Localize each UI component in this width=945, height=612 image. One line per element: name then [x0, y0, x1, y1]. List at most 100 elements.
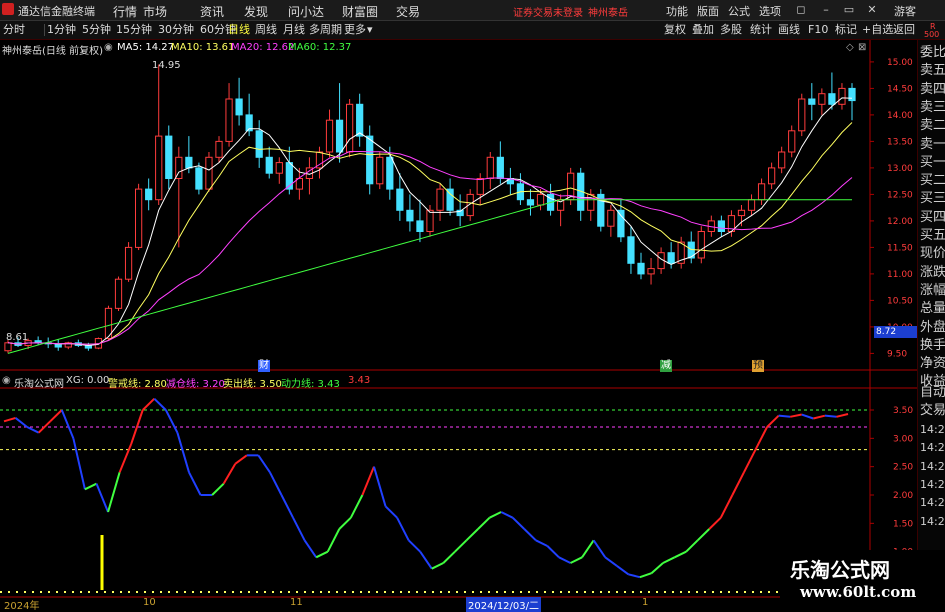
- candle-body: [818, 93, 826, 105]
- y-tick-label: 3.50: [893, 406, 913, 416]
- candle-body: [325, 119, 334, 153]
- power-line-segment: [269, 471, 283, 496]
- power-line-segment: [719, 494, 734, 519]
- indicator-header: ◉ 乐淘公式网 XG: 0.00 警戒线: 2.80 减仓线: 3.20 卖出线…: [0, 374, 870, 390]
- power-line-segment: [535, 539, 548, 547]
- power-line-segment: [384, 505, 398, 519]
- power-line-segment: [234, 454, 248, 465]
- power-line-segment: [222, 463, 237, 485]
- power-line-segment: [616, 565, 629, 576]
- candle-body: [838, 87, 846, 105]
- candle-body: [215, 140, 223, 158]
- watermark: 乐淘公式网 www.60lt.com: [780, 550, 945, 609]
- power-line-segment: [3, 416, 16, 423]
- side-item[interactable]: 涨跌: [920, 266, 945, 279]
- side-item[interactable]: 14:28: [920, 423, 945, 436]
- candle-body: [788, 130, 796, 153]
- side-item[interactable]: 换手: [920, 339, 945, 352]
- power-line-segment: [813, 414, 826, 420]
- side-item[interactable]: 14:28: [920, 460, 945, 473]
- current-price-badge: 8.72: [874, 326, 918, 338]
- settings-icon[interactable]: ◉: [104, 42, 113, 53]
- side-item[interactable]: 卖三: [920, 101, 945, 114]
- indicator-series: [0, 397, 870, 579]
- side-item[interactable]: 卖五: [920, 64, 945, 77]
- power-line-segment: [361, 466, 375, 496]
- side-item[interactable]: 总量: [920, 302, 945, 315]
- power-line-segment: [315, 550, 329, 559]
- watermark-url: www.60lt.com: [800, 583, 917, 601]
- power-line-segment: [558, 556, 571, 564]
- power-line-segment: [628, 573, 641, 579]
- diamond-icon[interactable]: ◇: [846, 42, 854, 53]
- candle-body: [155, 135, 163, 201]
- candle-body: [778, 151, 786, 169]
- side-item[interactable]: 买五: [920, 229, 945, 242]
- date-label: 1: [642, 597, 649, 608]
- power-line-segment: [731, 471, 745, 496]
- side-item[interactable]: 外盘: [920, 321, 945, 334]
- candle-body: [526, 199, 535, 206]
- side-item[interactable]: 买二: [920, 174, 945, 187]
- candle-body: [386, 156, 394, 190]
- side-item[interactable]: 卖一: [920, 138, 945, 151]
- xg-value: XG: 0.00: [66, 375, 110, 386]
- candle-body: [617, 209, 625, 238]
- candle-body: [747, 199, 756, 211]
- chart-area[interactable]: 15.0014.5014.0013.5013.0012.5012.0011.50…: [0, 0, 945, 609]
- candle-body: [757, 183, 766, 201]
- candle-body: [114, 278, 123, 309]
- side-item[interactable]: 14:28: [920, 478, 945, 491]
- candle-body: [717, 220, 725, 232]
- indicator-settings-icon[interactable]: ◉: [2, 375, 11, 386]
- high-price-label: 14.95: [152, 60, 181, 71]
- candle-body: [416, 220, 424, 232]
- power-line-segment: [14, 417, 28, 428]
- y-tick-label: 13.00: [887, 164, 913, 174]
- side-item[interactable]: 委比: [920, 46, 945, 59]
- side-item[interactable]: 买三: [920, 192, 945, 205]
- side-item[interactable]: 14:28: [920, 496, 945, 509]
- power-line-segment: [454, 539, 468, 553]
- power-line-segment: [257, 454, 271, 473]
- candle-body: [124, 246, 133, 280]
- power-line-segment: [662, 556, 676, 564]
- power-line-segment: [836, 412, 849, 418]
- side-item[interactable]: 14:28: [920, 515, 945, 528]
- side-item[interactable]: 买一: [920, 156, 945, 169]
- kline-header: 神州泰岳(日线 前复权) ◉ MA5: 14.27 MA10: 13.61 MA…: [0, 40, 870, 57]
- side-item[interactable]: 卖二: [920, 119, 945, 132]
- side-item[interactable]: 14:28: [920, 441, 945, 454]
- date-label: 2024年: [4, 601, 40, 612]
- side-item[interactable]: 净资: [920, 357, 945, 370]
- power-line-segment: [824, 414, 837, 418]
- power-line-extra: 3.43: [348, 375, 371, 386]
- y-tick-label: 11.00: [887, 270, 913, 280]
- power-line-segment: [592, 539, 607, 558]
- side-item[interactable]: 交易: [920, 404, 945, 417]
- side-item[interactable]: 涨幅: [920, 284, 945, 297]
- ma5-value: MA5: 14.27: [117, 42, 175, 53]
- event-marker-jian[interactable]: 减: [660, 360, 672, 372]
- candle-body: [627, 236, 635, 264]
- power-line-segment: [801, 413, 814, 420]
- cover-line-value: 减仓线: 3.20: [166, 379, 225, 390]
- power-line-segment: [280, 494, 294, 519]
- candle-body: [396, 188, 404, 211]
- power-line-segment: [60, 409, 75, 439]
- power-line-segment: [639, 572, 652, 579]
- candle-body: [697, 231, 705, 259]
- candle-body: [275, 162, 283, 174]
- side-item[interactable]: 现价: [920, 247, 945, 260]
- side-item[interactable]: 买四: [920, 211, 945, 224]
- event-marker-yu[interactable]: 预: [752, 360, 764, 372]
- power-line-segment: [176, 432, 190, 473]
- indicator-y-axis: 3.503.002.502.001.501.00: [870, 406, 913, 558]
- side-item[interactable]: 卖四: [920, 83, 945, 96]
- side-item[interactable]: 自动: [920, 386, 945, 399]
- quote-side-panel: R 500 委比 卖五 卖四 卖三 卖二 卖一 买一 买二 买三 买四 买五 现价 涨跌 涨幅 总量 外盘 换手…: [917, 22, 945, 609]
- candle-body: [667, 252, 675, 264]
- event-marker-cai[interactable]: 财: [258, 360, 270, 372]
- collapse-icon[interactable]: ⊠: [858, 42, 866, 53]
- cursor-date-label: 2024/12/03/二: [466, 597, 542, 612]
